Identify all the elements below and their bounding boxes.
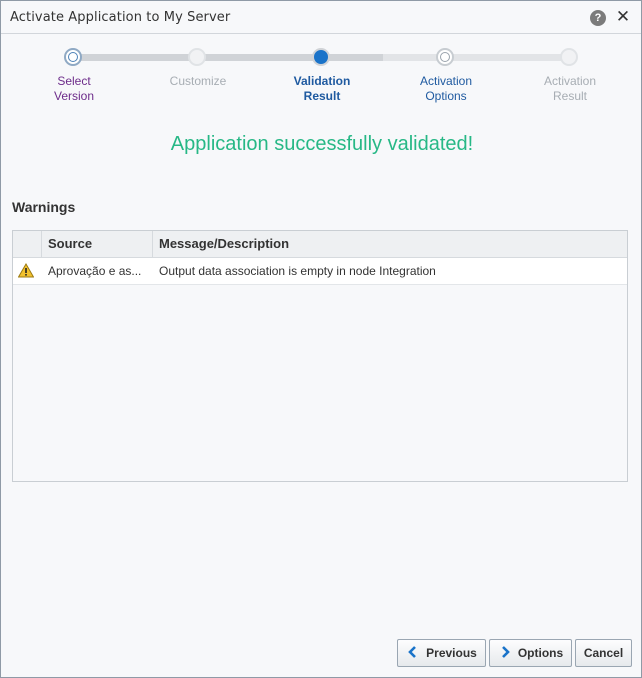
train-track-done [197,54,383,61]
chevron-right-icon [501,646,510,658]
previous-button-label: Previous [426,646,477,660]
train-label-line: Activation [543,74,597,88]
train-label-select-version[interactable]: Select Version [19,74,129,104]
warnings-table: Source Message/Description Aprovação e a… [12,230,628,482]
warnings-heading: Warnings [12,199,76,215]
options-button-label: Options [517,646,564,660]
wizard-train: Select Version Customize Validation Resu… [1,35,641,115]
table-row[interactable]: Aprovação e as... Output data associatio… [13,258,627,285]
train-label-line: Version [53,89,95,103]
help-icon[interactable]: ? [590,10,606,26]
close-icon[interactable]: ✕ [615,7,631,27]
train-label-line: Select [57,74,91,88]
train-stop-customize [188,48,206,66]
activate-application-dialog: Activate Application to My Server ? ✕ Se… [0,0,642,678]
train-label-activation-result: Activation Result [515,74,625,104]
validation-success-message: Application successfully validated! [170,133,474,155]
train-label-line: Result [303,89,341,103]
train-stop-activation-result [560,48,578,66]
cancel-button-label: Cancel [583,646,624,660]
column-header-source[interactable]: Source [42,231,153,257]
column-header-icon[interactable] [13,231,42,257]
train-stop-validation-result [312,48,330,66]
warning-icon [18,263,34,278]
row-source: Aprovação e as... [48,264,142,278]
train-label-customize: Customize [143,74,253,89]
train-stop-select-version[interactable] [64,48,82,66]
chevron-left-icon [408,646,417,658]
cancel-button[interactable]: Cancel [575,639,632,667]
column-header-message[interactable]: Message/Description [153,231,627,257]
train-label-line: Result [552,89,587,103]
train-stop-activation-options[interactable] [436,48,454,66]
train-label-line: Validation [293,74,351,88]
warnings-table-header: Source Message/Description [13,231,627,258]
train-label-line: Options [425,89,467,103]
dialog-title: Activate Application to My Server [10,10,231,25]
dialog-titlebar: Activate Application to My Server ? ✕ [1,1,641,34]
train-label-validation-result: Validation Result [267,74,377,104]
row-message: Output data association is empty in node… [159,264,436,278]
train-track-pending [383,54,571,61]
train-label-activation-options[interactable]: Activation Options [391,74,501,104]
previous-button[interactable]: Previous [397,639,486,667]
options-button[interactable]: Options [489,639,572,667]
train-track-done [73,54,197,61]
train-label-line: Activation [419,74,473,88]
train-label-line: Customize [169,74,227,88]
